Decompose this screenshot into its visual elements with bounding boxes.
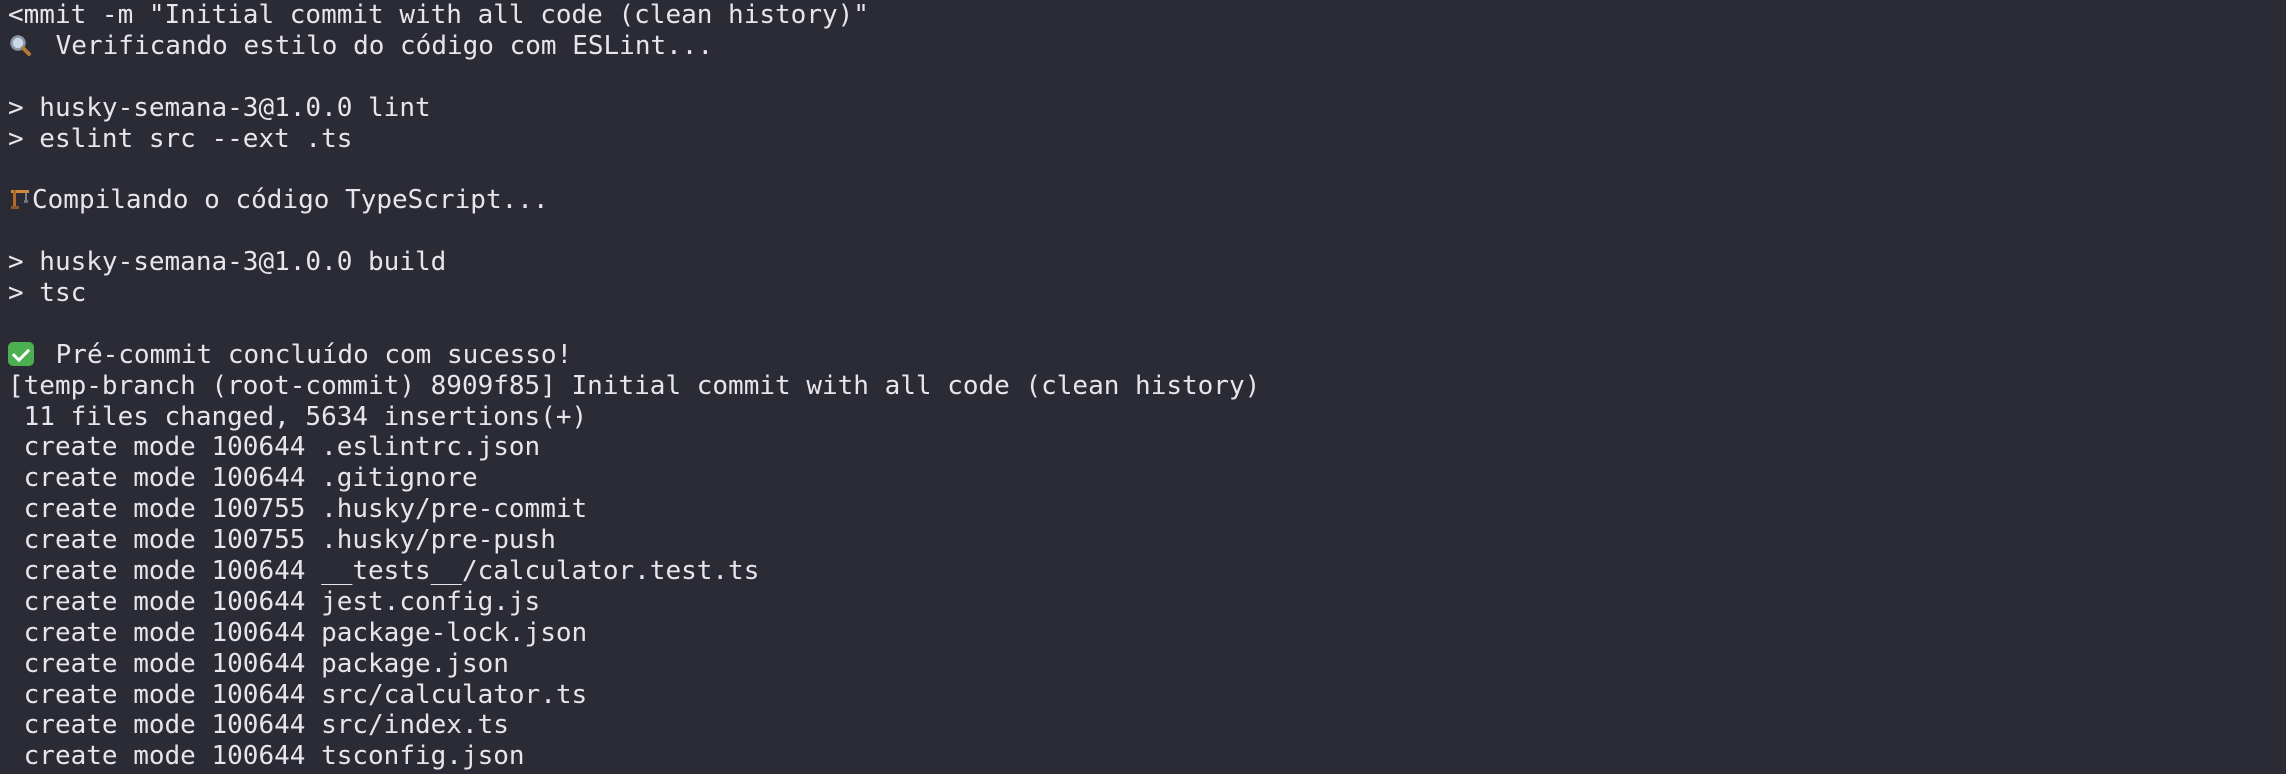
files-changed-line: 11 files changed, 5634 insertions(+) [8,401,588,432]
output-text: Verificando estilo do código com ESLint.… [40,30,714,61]
terminal-output[interactable]: <mmit -m "Initial commit with all code (… [8,0,2278,774]
create-mode-line: create mode 100644 package-lock.json [8,617,588,648]
output-line: > husky-semana-3@1.0.0 lint [8,92,431,123]
output-line: > husky-semana-3@1.0.0 build [8,247,447,278]
create-mode-line: create mode 100644 src/calculator.ts [8,679,588,710]
create-mode-line: create mode 100755 .husky/pre-commit [8,494,588,525]
create-mode-line: create mode 100644 package.json [8,648,509,679]
create-mode-line: create mode 100644 .eslintrc.json [8,432,541,463]
output-line: > tsc [8,278,87,309]
checkmark-icon [8,341,34,366]
construction-crane-icon [8,187,32,211]
create-mode-line: create mode 100644 tsconfig.json [8,741,525,772]
magnifier-icon [8,33,34,57]
output-line-success: Pré-commit concluído com sucesso! [8,340,2278,371]
command-line: <mmit -m "Initial commit with all code (… [8,0,869,30]
output-line-compile: Compilando o código TypeScript... [8,185,2278,216]
output-text: Compilando o código TypeScript... [32,185,549,216]
output-line: > eslint src --ext .ts [8,123,353,154]
output-line-eslint: Verificando estilo do código com ESLint.… [8,31,2278,62]
create-mode-line: create mode 100755 .husky/pre-push [8,525,556,556]
create-mode-line: create mode 100644 .gitignore [8,463,478,494]
create-mode-line: create mode 100644 src/index.ts [8,710,509,741]
create-mode-line: create mode 100644 __tests__/calculator.… [8,556,760,587]
output-text: Pré-commit concluído com sucesso! [40,339,573,370]
commit-summary-line: [temp-branch (root-commit) 8909f85] Init… [8,370,1261,401]
create-mode-line: create mode 100644 jest.config.js [8,586,541,617]
